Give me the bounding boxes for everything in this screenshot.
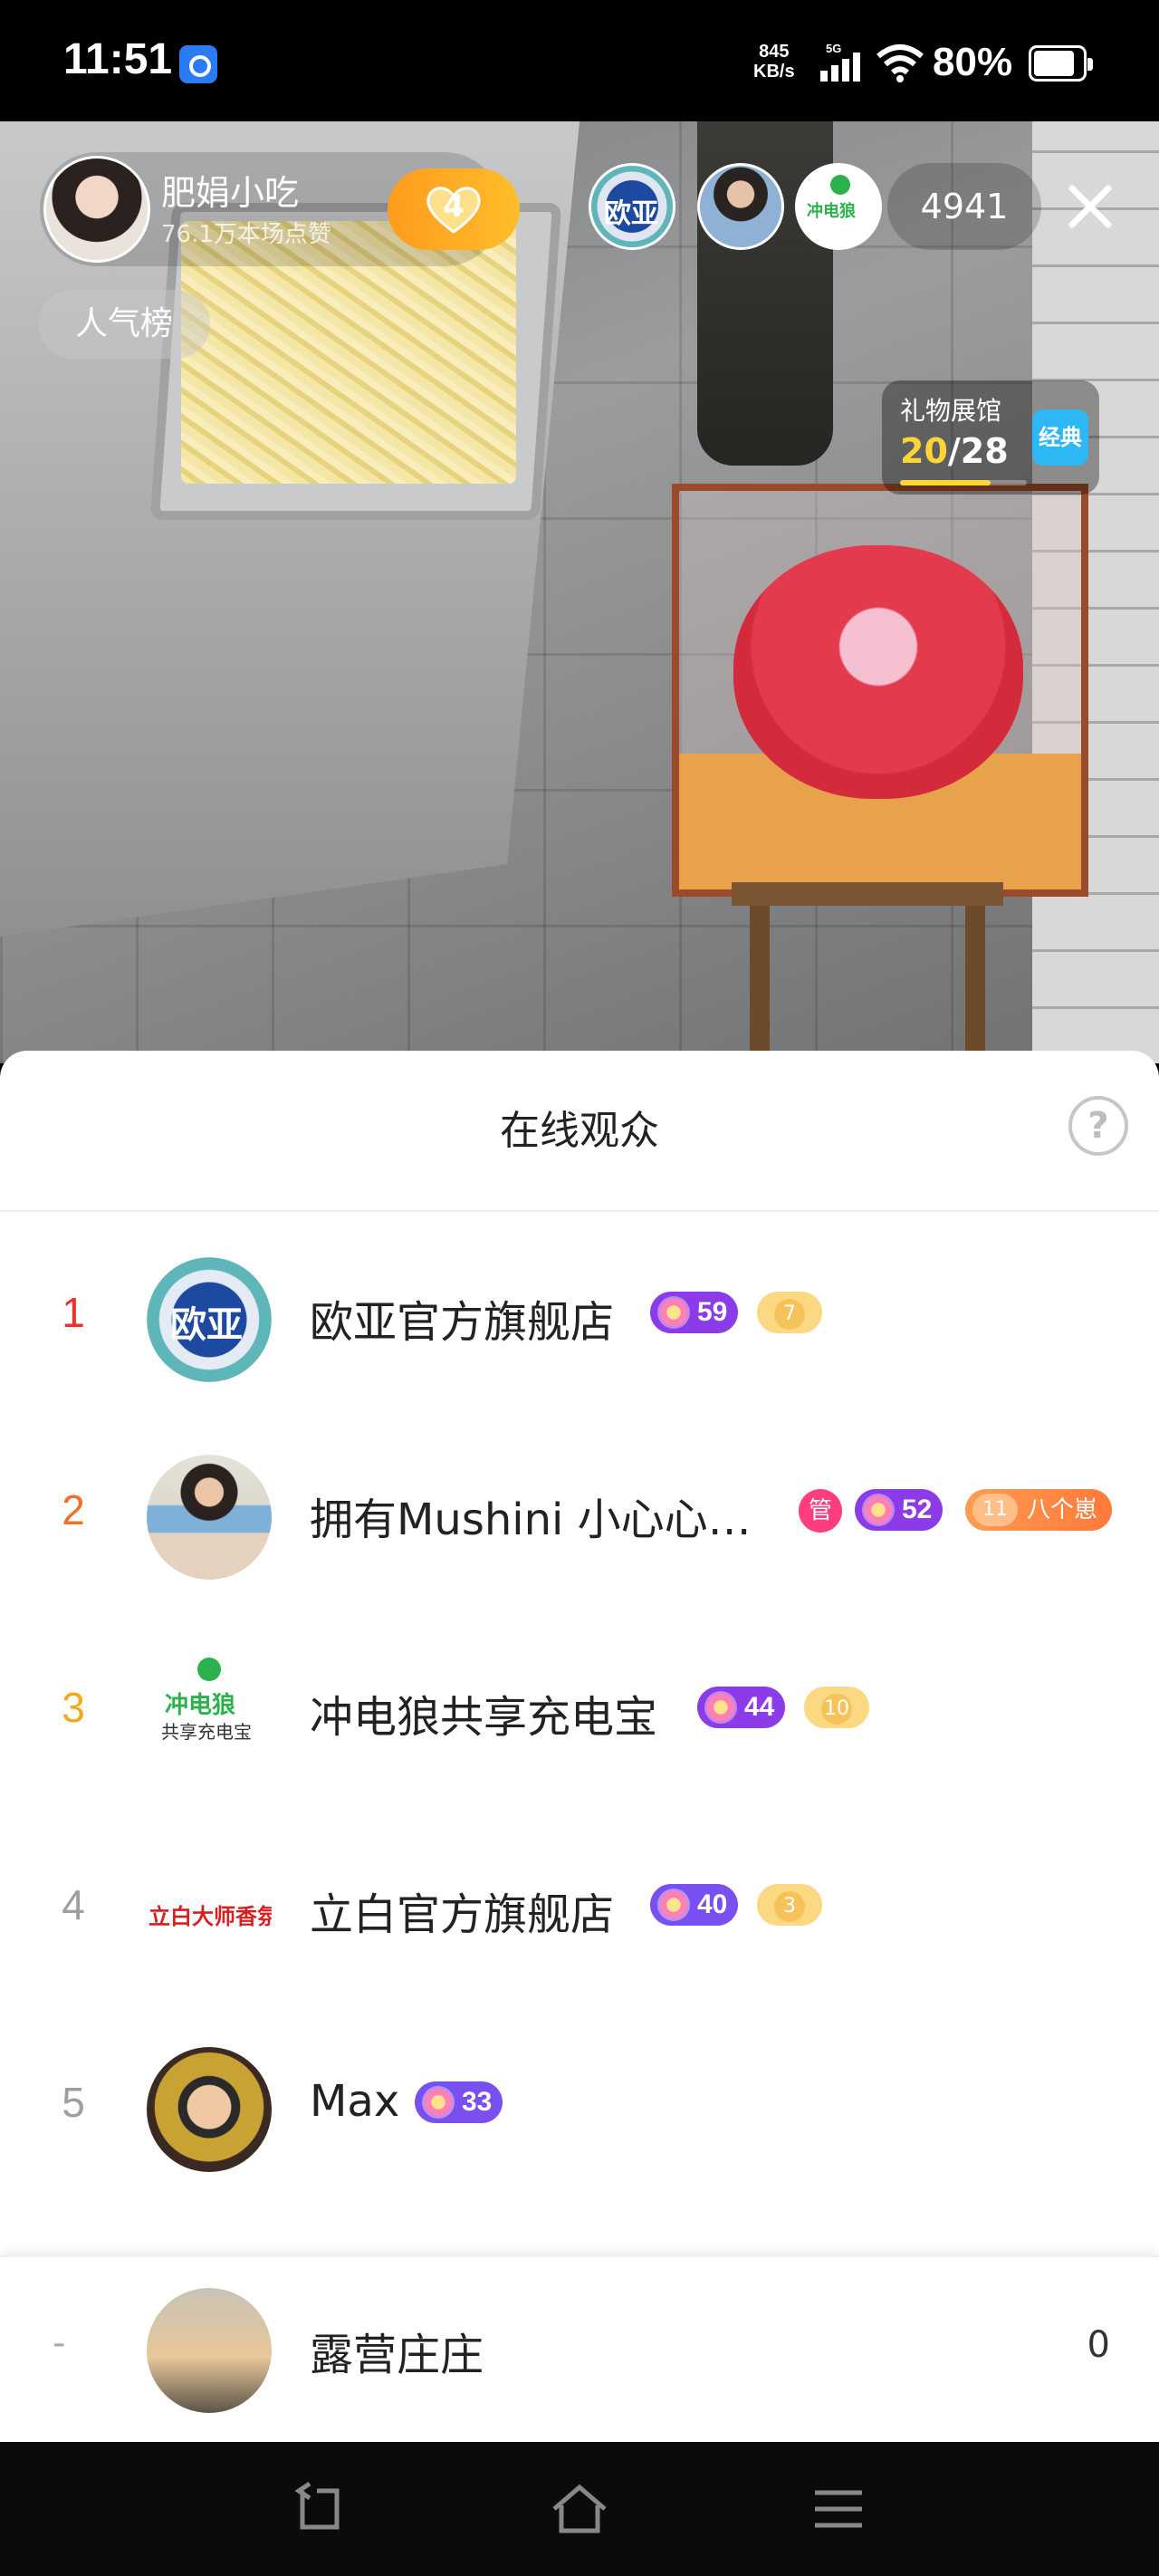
host-name[interactable]: 肥娟小吃 (161, 165, 299, 215)
coin-level-badge: 3 (757, 1884, 822, 1926)
libai-logo-icon: 立白大师香氛 (148, 1903, 272, 1929)
gift-hall-progress: 20/28 (900, 431, 1009, 471)
manager-badge: 管 (799, 1489, 842, 1533)
current-user-rank: - (53, 2322, 66, 2364)
gift-hall-total: /28 (947, 431, 1009, 471)
popularity-ranking-button[interactable]: 人气榜 (38, 290, 210, 359)
gift-hall-progress-bar (900, 480, 1027, 485)
coin-level-value: 7 (774, 1299, 805, 1330)
viewer-rank: 4 (62, 1881, 85, 1928)
viewer-rank: 1 (62, 1289, 85, 1336)
chongdianlang-logo-subtext: 共享充电宝 (161, 1721, 252, 1743)
network-speed-unit: KB/s (753, 62, 795, 82)
host-likes: 76.1万本场点赞 (161, 221, 331, 248)
viewer-row-5[interactable]: 5 Max 33 (0, 2002, 1159, 2199)
viewer-rank: 2 (62, 1486, 85, 1533)
follow-badge-number: 4 (443, 188, 465, 225)
wifi-icon (876, 44, 924, 82)
gift-hall-label: 礼物展馆 (900, 396, 1002, 426)
viewer-name: 欧亚官方旗舰店 (310, 1297, 615, 1348)
fan-level-badge: 52 (855, 1489, 943, 1531)
current-user-score: 0 (1087, 2324, 1110, 2366)
system-nav-bar (0, 2442, 1159, 2576)
network-speed-value: 845 (759, 42, 790, 62)
viewer-row-4[interactable]: 4 立白大师香氛 立白官方旗舰店 40 3 (0, 1804, 1159, 2002)
fan-level-badge: 40 (650, 1884, 739, 1926)
status-bar: 11:51 845 KB/s 5G 80% (0, 0, 1159, 121)
viewer-rank: 3 (62, 1684, 85, 1731)
current-user-name: 露营庄庄 (310, 2330, 484, 2380)
viewer-avatar[interactable] (147, 2047, 272, 2172)
viewer-row-1[interactable]: 1 欧亚 欧亚官方旗舰店 59 7 (0, 1212, 1159, 1409)
network-type-label: 5G (826, 42, 841, 55)
viewer-avatar[interactable]: 欧亚 (147, 1257, 272, 1382)
viewer-count[interactable]: 4941 (887, 163, 1041, 250)
oya-logo-icon: 欧亚 (170, 1303, 243, 1346)
help-icon[interactable]: ? (1068, 1096, 1128, 1156)
fan-level-badge: 59 (650, 1292, 739, 1333)
battery-icon (1029, 45, 1093, 82)
follow-button[interactable]: 4 (388, 168, 520, 250)
coin-level-value: 3 (774, 1891, 805, 1922)
online-viewers-sheet: 在线观众 ? 1 欧亚 欧亚官方旗舰店 59 7 2 拥有Mushini 小心心… (0, 1051, 1159, 2442)
close-icon[interactable] (1059, 176, 1121, 237)
wolf-logo-icon (197, 1658, 221, 1681)
fan-level-badge: 44 (697, 1687, 786, 1728)
video-stool (732, 882, 1003, 1063)
battery-percent: 80% (933, 40, 1013, 84)
viewer-rank: 5 (62, 2079, 85, 2126)
video-display-box (672, 484, 1088, 897)
cellular-signal-icon: 5G (820, 42, 860, 82)
top-viewer-avatar-1[interactable] (589, 163, 675, 250)
network-speed: 845 KB/s (753, 42, 795, 82)
viewer-name: 冲电狼共享充电宝 (310, 1692, 658, 1743)
current-user-avatar[interactable] (147, 2288, 272, 2413)
coin-level-badge: 10 (804, 1687, 869, 1728)
top-viewer-avatar-2[interactable] (697, 163, 784, 250)
coin-level-badge: 7 (757, 1292, 822, 1333)
viewer-name: 立白官方旗舰店 (310, 1889, 615, 1940)
viewer-row-3[interactable]: 3 冲电狼 共享充电宝 冲电狼共享充电宝 44 10 (0, 1607, 1159, 1804)
video-lion-figure (733, 545, 1023, 799)
app-notification-icon (179, 45, 217, 83)
fan-level-badge: 33 (415, 2081, 503, 2123)
sheet-title: 在线观众 (500, 1108, 659, 1154)
fan-group-badge: 11 八个崽 (965, 1489, 1113, 1531)
menu-icon[interactable] (809, 2482, 867, 2536)
fan-group-name: 八个崽 (1027, 1496, 1098, 1523)
gift-hall[interactable]: 礼物展馆 20/28 经典 (882, 380, 1099, 495)
home-icon[interactable] (551, 2482, 608, 2536)
current-user-row[interactable]: - 露营庄庄 0 (0, 2255, 1159, 2442)
viewer-name: 拥有Mushini 小心心… (310, 1495, 752, 1545)
viewer-avatar[interactable]: 冲电狼 共享充电宝 (147, 1652, 272, 1777)
viewer-name: Max (310, 2076, 400, 2127)
gift-hall-progress-fill (900, 480, 991, 485)
gift-hall-current: 20 (900, 431, 948, 471)
viewer-avatar[interactable] (147, 1455, 272, 1580)
viewer-avatar[interactable]: 立白大师香氛 (147, 1850, 272, 1975)
host-avatar[interactable] (43, 156, 150, 263)
viewer-row-2[interactable]: 2 拥有Mushini 小心心… 管 52 11 八个崽 (0, 1409, 1159, 1607)
gift-hall-badge: 经典 (1032, 409, 1088, 466)
fan-group-level: 11 (972, 1494, 1018, 1526)
top-viewer-avatar-3[interactable] (795, 163, 882, 250)
chongdianlang-logo-text: 冲电狼 (165, 1692, 236, 1719)
coin-level-value: 10 (821, 1694, 852, 1725)
back-icon[interactable] (290, 2482, 348, 2536)
status-time: 11:51 (63, 35, 173, 83)
